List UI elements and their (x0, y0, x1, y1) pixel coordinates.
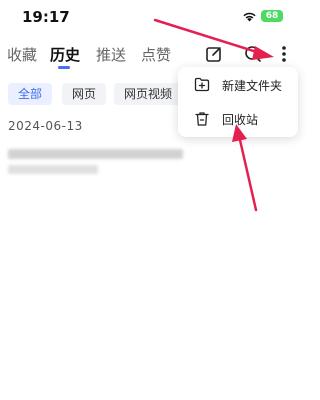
blurred-history-url (8, 165, 98, 174)
history-date: 2024-06-13 (8, 119, 83, 133)
menu-label-recycle-bin: 回收站 (222, 113, 259, 127)
wifi-icon (243, 12, 256, 22)
blurred-history-title[interactable] (8, 149, 183, 159)
tab-likes[interactable]: 点赞 (141, 44, 171, 65)
more-vertical-icon[interactable] (280, 45, 288, 63)
battery-indicator: 68 (261, 10, 283, 22)
filter-webpage[interactable]: 网页 (62, 83, 107, 105)
tab-history[interactable]: 历史 (50, 44, 80, 65)
menu-label-new-folder: 新建文件夹 (222, 79, 283, 93)
active-tab-indicator (58, 66, 70, 69)
tab-favorites[interactable]: 收藏 (7, 44, 37, 65)
tab-push[interactable]: 推送 (96, 44, 126, 65)
menu-item-recycle-bin[interactable]: 回收站 (178, 104, 298, 134)
new-folder-icon (194, 77, 210, 92)
trash-icon (195, 112, 209, 126)
search-icon[interactable] (244, 45, 262, 63)
status-time: 19:17 (22, 8, 70, 26)
status-bar: 19:17 68 (0, 0, 300, 32)
filter-all[interactable]: 全部 (8, 83, 53, 105)
menu-item-new-folder[interactable]: 新建文件夹 (178, 70, 298, 100)
filter-web-video[interactable]: 网页视频 (114, 83, 183, 105)
edit-icon[interactable] (205, 45, 223, 63)
more-menu: 新建文件夹 回收站 (178, 67, 298, 137)
